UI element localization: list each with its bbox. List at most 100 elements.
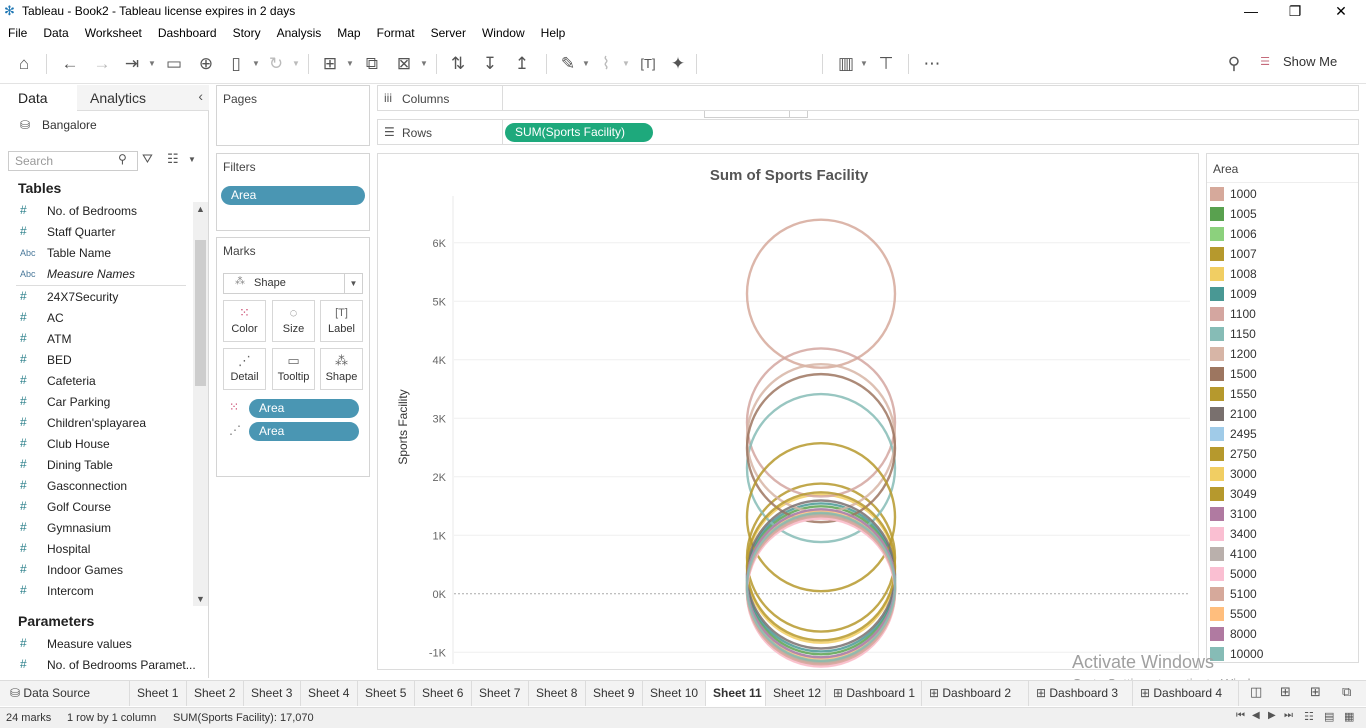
save-icon[interactable]: ▭ — [162, 52, 186, 76]
menu-story[interactable]: Story — [233, 24, 261, 42]
shape-button[interactable]: ⁂ Shape — [320, 348, 363, 390]
legend-item[interactable]: 4100 — [1210, 545, 1355, 563]
tab-sheet[interactable]: Sheet 9 — [586, 681, 643, 706]
group-icon[interactable]: ⌇ — [594, 52, 618, 76]
rows-pill-sports-facility[interactable]: SUM(Sports Facility) — [505, 123, 653, 142]
field-item[interactable]: #24X7Security — [0, 288, 190, 308]
view-options-chevron-icon[interactable]: ▼ — [188, 155, 196, 164]
legend-item[interactable]: 10000 — [1210, 645, 1355, 663]
view-options-icon[interactable]: ☷ — [167, 151, 179, 167]
tab-dashboard[interactable]: ⊞ Dashboard 1 — [826, 681, 922, 706]
field-list-scrollbar-thumb[interactable] — [195, 240, 206, 386]
show-me-button[interactable]: Show Me — [1283, 54, 1337, 69]
tab-sheet[interactable]: Sheet 2 — [187, 681, 244, 706]
legend-item[interactable]: 1007 — [1210, 245, 1355, 263]
duplicate-sheet-icon[interactable]: ⧉ — [360, 52, 384, 76]
tab-data[interactable]: Data — [0, 85, 77, 111]
legend-item[interactable]: 3100 — [1210, 505, 1355, 523]
legend-item[interactable]: 1100 — [1210, 305, 1355, 323]
redo-icon[interactable]: → — [90, 52, 114, 76]
marks-pill-area-color[interactable]: Area — [249, 399, 359, 418]
nav-next-icon[interactable]: ▶ — [1268, 710, 1276, 721]
home-icon[interactable]: ⌂ — [12, 52, 36, 76]
legend-item[interactable]: 1009 — [1210, 285, 1355, 303]
field-item[interactable]: # Hospital — [0, 540, 190, 560]
legend-item[interactable]: 1005 — [1210, 205, 1355, 223]
legend-item[interactable]: 5500 — [1210, 605, 1355, 623]
tab-sheet[interactable]: Sheet 6 — [415, 681, 472, 706]
field-item[interactable]: # Indoor Games — [0, 561, 190, 581]
tab-sheet[interactable]: Sheet 1 — [130, 681, 187, 706]
legend-item[interactable]: 3049 — [1210, 485, 1355, 503]
close-button[interactable]: ✕ — [1318, 2, 1364, 22]
swap-icon[interactable]: ⇅ — [446, 52, 470, 76]
scroll-down-icon[interactable]: ▼ — [196, 594, 205, 604]
field-item[interactable]: # ATM — [0, 330, 190, 350]
pages-shelf[interactable]: Pages — [216, 85, 370, 146]
show-sheet-sorter-icon[interactable]: ☷ — [1304, 710, 1314, 723]
menu-analysis[interactable]: Analysis — [277, 24, 322, 42]
share-icon[interactable]: ⋯ — [920, 52, 944, 76]
field-item[interactable]: # Children'splayarea — [0, 414, 190, 434]
tab-data-source[interactable]: ⛁ Data Source — [0, 681, 130, 706]
legend-item[interactable]: 5100 — [1210, 585, 1355, 603]
field-item[interactable]: # Dining Table — [0, 456, 190, 476]
legend-item[interactable]: 3400 — [1210, 525, 1355, 543]
field-item[interactable]: # Car Parking — [0, 393, 190, 413]
fix-axes-icon[interactable]: ✦ — [666, 52, 690, 76]
sort-descending-icon[interactable]: ↥ — [510, 52, 534, 76]
field-item[interactable]: # AC — [0, 309, 190, 329]
menu-format[interactable]: Format — [377, 24, 415, 42]
field-item[interactable]: # Club House — [0, 435, 190, 455]
legend-item[interactable]: 8000 — [1210, 625, 1355, 643]
legend-item[interactable]: 1008 — [1210, 265, 1355, 283]
legend-item[interactable]: 2495 — [1210, 425, 1355, 443]
minimize-button[interactable]: — — [1228, 2, 1274, 22]
field-item[interactable]: # Golf Course — [0, 498, 190, 518]
menu-dashboard[interactable]: Dashboard — [158, 24, 217, 42]
nav-last-icon[interactable]: ⏭ — [1284, 710, 1293, 721]
legend-item[interactable]: 1150 — [1210, 325, 1355, 343]
highlight-icon[interactable]: ✎ — [556, 52, 580, 76]
legend-item[interactable]: 1500 — [1210, 365, 1355, 383]
data-point-1009[interactable] — [745, 502, 897, 653]
data-point-1000[interactable] — [745, 218, 897, 369]
field-item[interactable]: # Intercom — [0, 582, 190, 602]
legend-item[interactable]: 2750 — [1210, 445, 1355, 463]
legend-item[interactable]: 1200 — [1210, 345, 1355, 363]
show-cards-icon[interactable]: ▥ — [834, 52, 858, 76]
menu-data[interactable]: Data — [43, 24, 68, 42]
parameter-item[interactable]: # Measure values — [0, 635, 190, 655]
tab-dashboard[interactable]: ⊞ Dashboard 2 — [922, 681, 1029, 706]
tab-sheet[interactable]: Sheet 7 — [472, 681, 529, 706]
rows-shelf[interactable]: ☰ Rows SUM(Sports Facility) — [377, 119, 1359, 145]
menu-window[interactable]: Window — [482, 24, 525, 42]
new-story-icon[interactable]: ⧉ — [1342, 684, 1351, 700]
tab-sheet[interactable]: Sheet 12 — [766, 681, 826, 706]
clear-sheet-icon[interactable]: ⊠ — [392, 52, 416, 76]
tab-sheet[interactable]: Sheet 3 — [244, 681, 301, 706]
mark-type-select[interactable]: ⁂ Shape ▼ — [223, 273, 363, 294]
tab-sheet[interactable]: Sheet 11 — [706, 681, 766, 706]
show-me-icon[interactable]: ☰ — [1258, 55, 1272, 79]
data-point-1200[interactable] — [745, 362, 897, 514]
legend-item[interactable]: 5000 — [1210, 565, 1355, 583]
show-labels-icon[interactable]: [T] — [636, 52, 660, 76]
new-worksheet-icon[interactable]: ⊞ — [318, 52, 342, 76]
menu-map[interactable]: Map — [337, 24, 360, 42]
field-item[interactable]: Abc Measure Names — [0, 265, 190, 285]
filters-shelf[interactable]: Filters Area — [216, 153, 370, 231]
menu-worksheet[interactable]: Worksheet — [85, 24, 142, 42]
tab-sheet[interactable]: Sheet 4 — [301, 681, 358, 706]
new-dashboard-tab-icon[interactable]: ⊞ — [1280, 684, 1291, 700]
filter-pill-area[interactable]: Area — [221, 186, 365, 205]
format-painter-icon[interactable]: ⚲ — [1222, 52, 1246, 76]
collapse-pane-icon[interactable]: ‹ — [198, 88, 203, 104]
show-filmstrip-icon[interactable]: ▤ — [1324, 710, 1334, 723]
refresh-icon[interactable]: ↻ — [264, 52, 288, 76]
sort-ascending-icon[interactable]: ↧ — [478, 52, 502, 76]
legend-item[interactable]: 3000 — [1210, 465, 1355, 483]
new-datasource-icon[interactable]: ⊕ — [194, 52, 218, 76]
label-button[interactable]: [T] Label — [320, 300, 363, 342]
data-point-8000[interactable] — [745, 508, 897, 659]
